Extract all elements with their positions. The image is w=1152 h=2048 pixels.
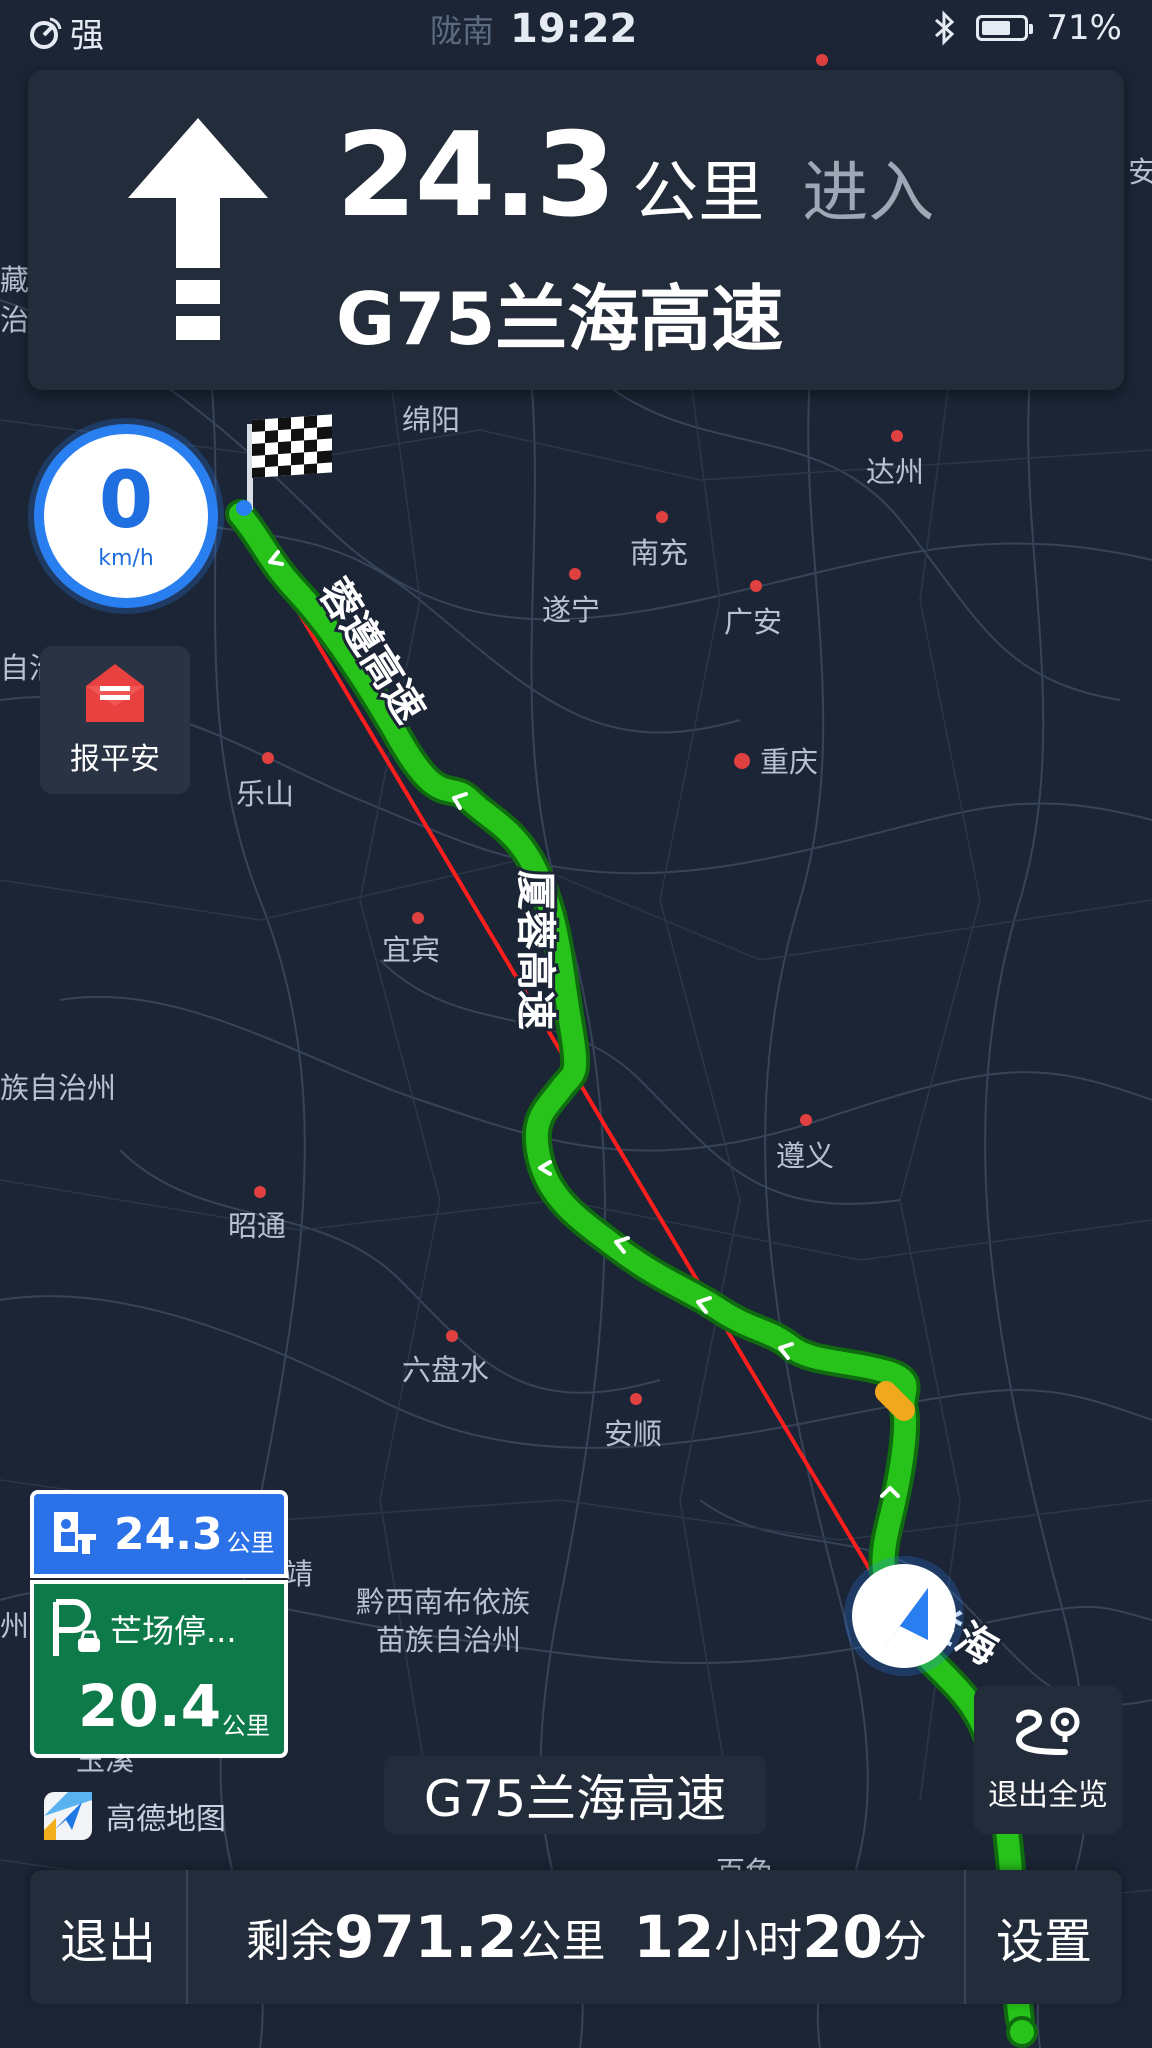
region-jing: 靖 [284, 1557, 313, 1591]
road-label-xiarong: 厦蓉高速 [512, 870, 558, 1030]
exit-overview-button[interactable]: 退出全览 [974, 1686, 1122, 1834]
region-an: 安 [1128, 155, 1152, 189]
service-area-sign[interactable]: 24.3 公里 [30, 1490, 288, 1578]
exit-navigation-button[interactable]: 退出 [30, 1870, 188, 2004]
status-time: 19:22 [510, 6, 638, 52]
hours-unit: 小时 [714, 1916, 803, 1967]
signal-icon [30, 17, 62, 49]
status-bar: 强 陇南 19:22 71% [0, 0, 1152, 66]
remaining-distance: 971.2 [334, 1903, 518, 1971]
distance-line: 24.3 公里 进入 [336, 108, 934, 243]
city-mianyang: 绵阳 [402, 403, 460, 437]
amap-logo-text: 高德地图 [106, 1802, 226, 1837]
report-safety-button[interactable]: 报平安 [40, 646, 190, 794]
region-zang: 藏 [0, 263, 29, 297]
exit-overview-label: 退出全览 [988, 1778, 1108, 1813]
bottom-bar: 退出 剩余 971.2 公里 12 小时 20 分 设置 [30, 1870, 1122, 2004]
next-action: 进入 [802, 154, 935, 231]
remaining-prefix: 剩余 [246, 1916, 334, 1967]
remaining-distance-unit: 公里 [517, 1916, 606, 1967]
navigation-instruction-panel[interactable]: 24.3 公里 进入 G75兰海高速 [28, 70, 1124, 390]
next-turn-distance: 24.3 [336, 108, 616, 243]
status-center: 陇南 19:22 [430, 6, 637, 52]
service-area-distance-unit: 公里 [226, 1528, 275, 1557]
remaining-hours: 12 [633, 1903, 715, 1971]
report-safety-label: 报平安 [70, 742, 160, 777]
signal-status: 强 [28, 8, 104, 57]
minutes-unit: 分 [882, 1916, 927, 1967]
speed-unit: km/h [98, 545, 154, 571]
status-location: 陇南 [430, 12, 495, 50]
city-leshan: 乐山 [236, 777, 294, 811]
city-zunyi: 遵义 [776, 1139, 834, 1173]
current-road-label: G75兰海高速 [384, 1756, 766, 1834]
next-turn-distance-unit: 公里 [632, 154, 765, 231]
amap-logo-icon [44, 1792, 92, 1840]
parking-area-distance-unit: 公里 [222, 1712, 270, 1740]
straight-arrow-icon [128, 118, 268, 340]
parking-area-sign[interactable]: 芒场停... 20.4 公里 [30, 1580, 288, 1758]
speed-value: 0 [98, 455, 154, 546]
bluetooth-icon [935, 10, 955, 46]
region-zhou: 州 [0, 1609, 29, 1643]
city-yibin: 宜宾 [382, 933, 440, 967]
parking-area-distance: 20.4 [78, 1672, 222, 1740]
remaining-trip-info: 剩余 971.2 公里 12 小时 20 分 [246, 1870, 927, 2004]
region-miaozu: 苗族自治州 [376, 1623, 521, 1657]
speedometer: 0 km/h [34, 424, 218, 608]
city-chongqing: 重庆 [760, 745, 818, 779]
service-area-distance: 24.3 [114, 1508, 223, 1560]
city-liupanshui: 六盘水 [402, 1353, 489, 1387]
envelope-icon [86, 664, 144, 722]
battery-icon [976, 15, 1034, 41]
service-area-icon [54, 1512, 96, 1554]
traffic-segment [875, 1381, 915, 1421]
remaining-minutes: 20 [802, 1903, 883, 1971]
current-location-icon [844, 1556, 964, 1676]
route-start-marker [1006, 2016, 1038, 2048]
amap-logo: 高德地图 [42, 1790, 226, 1842]
signal-label: 强 [70, 16, 104, 56]
city-suining: 遂宁 [542, 593, 600, 627]
region-zhi: 治 [0, 303, 29, 337]
status-right: 71% [932, 8, 1122, 48]
city-nanchong: 南充 [630, 536, 688, 570]
city-guangan: 广安 [724, 605, 782, 639]
parking-icon [53, 1599, 100, 1656]
region-qianxinan: 黔西南布依族 [356, 1585, 530, 1619]
city-dazhou: 达州 [866, 455, 924, 489]
city-zhaotong: 昭通 [228, 1209, 286, 1243]
battery-percent: 71% [1046, 8, 1122, 48]
region-zu-zizhizhou: 族自治州 [0, 1071, 116, 1105]
city-anshun: 安顺 [604, 1417, 662, 1451]
parking-area-name: 芒场停... [110, 1612, 237, 1650]
next-road-name: G75兰海高速 [336, 277, 784, 361]
route-overview-icon [1015, 1707, 1080, 1755]
settings-button[interactable]: 设置 [964, 1870, 1122, 2004]
